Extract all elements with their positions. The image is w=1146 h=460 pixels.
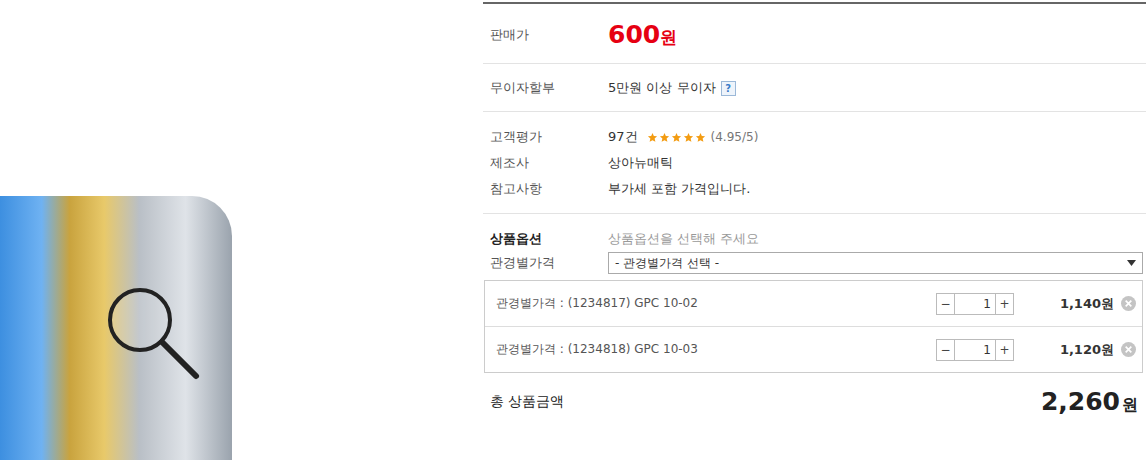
star-icon xyxy=(695,132,706,143)
item-label: 관경별가격 : (1234818) GPC 10-03 xyxy=(496,341,936,358)
installment-section: 무이자할부5만원 이상 무이자? xyxy=(483,64,1146,112)
note-label: 참고사항 xyxy=(483,180,608,198)
product-page: 판매가600원무이자할부5만원 이상 무이자?고객평가97건(4.95/5)제조… xyxy=(0,0,1146,460)
rating-label: 고객평가 xyxy=(483,128,608,146)
magnifier-icon[interactable] xyxy=(104,284,204,384)
options-label: 상품옵션 xyxy=(483,230,608,248)
remove-icon[interactable] xyxy=(1121,342,1136,357)
plus-button[interactable]: + xyxy=(995,340,1013,360)
star-icon xyxy=(683,132,694,143)
quantity-input[interactable] xyxy=(955,294,995,314)
installment-value: 5만원 이상 무이자? xyxy=(608,79,736,97)
options-section: 상품옵션상품옵션을 선택해 주세요관경별가격- 관경별가격 선택 - xyxy=(483,214,1146,274)
info-section: 고객평가97건(4.95/5)제조사상아뉴매틱참고사항부가세 포함 가격입니다. xyxy=(483,112,1146,214)
price-label: 판매가 xyxy=(483,26,608,44)
installment-label: 무이자할부 xyxy=(483,79,608,97)
item-label: 관경별가격 : (1234817) GPC 10-02 xyxy=(496,295,936,312)
price-row: 판매가600원 xyxy=(483,20,1146,49)
quantity-input[interactable] xyxy=(955,340,995,360)
selected-item: 관경별가격 : (1234818) GPC 10-03−+1,120원 xyxy=(485,326,1142,372)
select-row: 관경별가격- 관경별가격 선택 - xyxy=(483,252,1146,274)
options-hint: 상품옵션을 선택해 주세요 xyxy=(608,230,759,248)
minus-button[interactable]: − xyxy=(937,294,955,314)
note-value: 부가세 포함 가격입니다. xyxy=(608,180,750,198)
star-icon xyxy=(647,132,658,143)
select-label: 관경별가격 xyxy=(483,254,608,272)
selected-items: 관경별가격 : (1234817) GPC 10-02−+1,140원관경별가격… xyxy=(484,280,1143,373)
help-button[interactable]: ? xyxy=(721,81,736,96)
total-value: 2,260원 xyxy=(1041,387,1138,416)
total-label: 총 상품금액 xyxy=(490,393,564,411)
total-row: 총 상품금액 2,260원 xyxy=(483,373,1146,416)
product-photo[interactable] xyxy=(0,196,232,460)
maker-label: 제조사 xyxy=(483,154,608,172)
rating-row: 고객평가97건(4.95/5) xyxy=(483,128,1146,146)
price-value: 600원 xyxy=(608,20,677,49)
star-icon xyxy=(659,132,670,143)
quantity-stepper: −+ xyxy=(936,339,1014,361)
options-row: 상품옵션상품옵션을 선택해 주세요 xyxy=(483,230,1146,248)
minus-button[interactable]: − xyxy=(937,340,955,360)
maker-value: 상아뉴매틱 xyxy=(608,154,673,172)
rating-stars xyxy=(647,132,706,143)
image-column xyxy=(0,0,483,460)
plus-button[interactable]: + xyxy=(995,294,1013,314)
quantity-stepper: −+ xyxy=(936,293,1014,315)
rating-value: 97건(4.95/5) xyxy=(608,128,758,146)
item-price: 1,140원 xyxy=(1034,295,1114,313)
option-select[interactable]: - 관경별가격 선택 - xyxy=(608,252,1143,274)
star-icon xyxy=(671,132,682,143)
item-price: 1,120원 xyxy=(1034,341,1114,359)
maker-row: 제조사상아뉴매틱 xyxy=(483,154,1146,172)
price-section: 판매가600원 xyxy=(483,4,1146,64)
product-info: 판매가600원무이자할부5만원 이상 무이자?고객평가97건(4.95/5)제조… xyxy=(483,2,1146,460)
installment-row: 무이자할부5만원 이상 무이자? xyxy=(483,79,1146,97)
note-row: 참고사항부가세 포함 가격입니다. xyxy=(483,180,1146,198)
selected-item: 관경별가격 : (1234817) GPC 10-02−+1,140원 xyxy=(485,281,1142,326)
dropdown-arrow-icon xyxy=(1127,260,1136,266)
remove-icon[interactable] xyxy=(1121,296,1136,311)
